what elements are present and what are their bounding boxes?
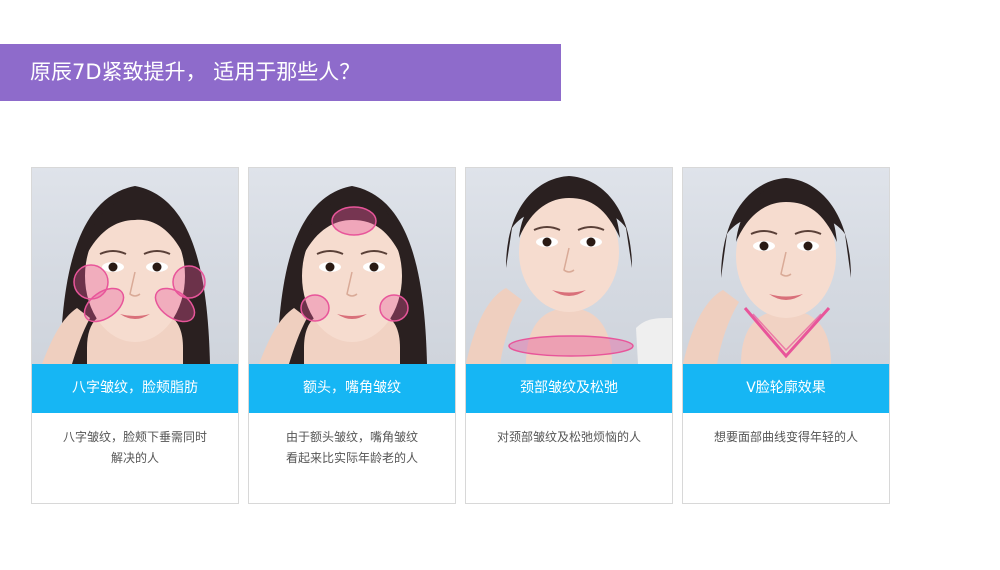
- card-label: 颈部皱纹及松弛: [466, 364, 672, 413]
- card-description: 由于额头皱纹，嘴角皱纹 看起来比实际年龄老的人: [249, 413, 455, 469]
- face-photo: [466, 168, 672, 364]
- card-description: 八字皱纹，脸颊下垂需同时 解决的人: [32, 413, 238, 469]
- treatment-card-forehead: 额头，嘴角皱纹 由于额头皱纹，嘴角皱纹 看起来比实际年龄老的人: [248, 167, 456, 504]
- face-photo: [683, 168, 889, 364]
- card-description-line: 由于额头皱纹，嘴角皱纹: [285, 430, 418, 444]
- card-description: 想要面部曲线变得年轻的人: [683, 413, 889, 448]
- card-description-line: 八字皱纹，脸颊下垂需同时: [62, 430, 207, 444]
- card-description-line: 解决的人: [110, 451, 159, 465]
- treatment-card-nasolabial: 八字皱纹，脸颊脂肪 八字皱纹，脸颊下垂需同时 解决的人: [31, 167, 239, 504]
- card-label: 额头，嘴角皱纹: [249, 364, 455, 413]
- page-title: 原辰7D紧致提升， 适用于那些人？: [0, 44, 561, 101]
- card-description: 对颈部皱纹及松弛烦恼的人: [466, 413, 672, 448]
- card-description-line: 想要面部曲线变得年轻的人: [713, 430, 858, 444]
- treatment-card-neck: 颈部皱纹及松弛 对颈部皱纹及松弛烦恼的人: [465, 167, 673, 504]
- treatment-card-vline: V脸轮廓效果 想要面部曲线变得年轻的人: [682, 167, 890, 504]
- card-label: V脸轮廓效果: [683, 364, 889, 413]
- card-label: 八字皱纹，脸颊脂肪: [32, 364, 238, 413]
- card-description-line: 看起来比实际年龄老的人: [285, 451, 418, 465]
- card-description-line: 对颈部皱纹及松弛烦恼的人: [496, 430, 641, 444]
- face-illustration: [466, 176, 672, 364]
- face-photo: [249, 168, 455, 364]
- face-illustration: [259, 186, 427, 364]
- face-photo: [32, 168, 238, 364]
- face-illustration: [42, 186, 210, 364]
- face-illustration: [683, 178, 851, 364]
